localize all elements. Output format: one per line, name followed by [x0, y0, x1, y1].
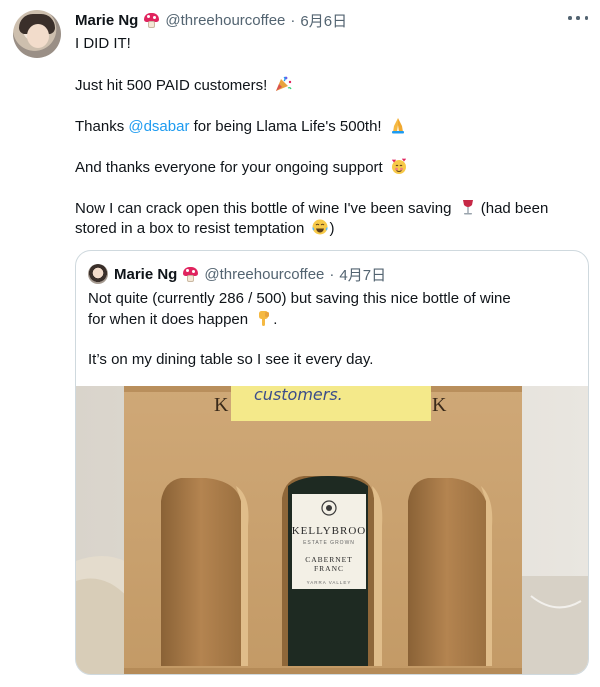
tweet-line-5-suffix: (had been: [476, 200, 549, 217]
smiling-face-with-hearts-icon: [391, 158, 406, 174]
wine-label-region: YARRA VALLEY: [307, 580, 352, 585]
folded-hands-icon: [391, 118, 404, 134]
mushroom-icon: [143, 12, 160, 28]
author-name[interactable]: Marie Ng: [75, 12, 138, 29]
quoted-line-2-end: .: [273, 311, 278, 328]
tweet-line-5: Now I can crack open this bottle of wine…: [75, 198, 590, 219]
mushroom-icon: [182, 266, 199, 282]
avatar[interactable]: [13, 10, 61, 58]
author-handle[interactable]: @threehourcoffee: [165, 12, 285, 29]
tweet-date[interactable]: 6月6日: [300, 10, 347, 31]
quoted-tweet[interactable]: Marie Ng @threehourcoffee · 4月7日 Not qui…: [75, 250, 589, 675]
wine-label-sub: ESTATE GROWN: [303, 540, 355, 546]
quoted-author-handle[interactable]: @threehourcoffee: [204, 266, 324, 283]
tweet-line-3-suffix: for being Llama Life's 500th!: [189, 118, 382, 135]
wine-label-variety-2: FRANC: [314, 564, 344, 573]
party-popper-icon: [276, 76, 293, 91]
wine-label-variety-1: CABERNET: [305, 555, 353, 564]
wine-box-photo[interactable]: K K customers. KELLYBROO ESTATE GROWN CA…: [76, 386, 588, 674]
quoted-date[interactable]: 4月7日: [339, 264, 386, 285]
separator-dot: ·: [329, 265, 335, 283]
more-options-icon[interactable]: [568, 14, 588, 22]
tweet-line-2: Just hit 500 PAID customers!: [75, 75, 590, 96]
photo-illustration: K K customers. KELLYBROO ESTATE GROWN CA…: [76, 386, 588, 674]
face-with-tears-of-joy-icon: [312, 219, 329, 235]
quoted-line-2: for when it does happen .: [88, 309, 578, 330]
quoted-line-2-text: for when it does happen: [88, 311, 249, 328]
wine-glass-icon: [462, 200, 473, 215]
tweet-line-1: I DID IT!: [75, 35, 131, 52]
tweet-line-6-end: ): [329, 220, 335, 237]
separator-dot: ·: [290, 11, 296, 29]
quoted-avatar[interactable]: [88, 264, 108, 284]
tweet-header: Marie Ng @threehourcoffee · 6月6日: [75, 10, 347, 30]
tweet-line-5-text: Now I can crack open this bottle of wine…: [75, 200, 452, 217]
tweet-line-4: And thanks everyone for your ongoing sup…: [75, 157, 590, 178]
tweet-line-6-text: stored in a box to resist temptation: [75, 220, 305, 237]
tweet-line-3-prefix: Thanks: [75, 118, 129, 135]
avatar-face: [27, 24, 49, 48]
tweet[interactable]: Marie Ng @threehourcoffee · 6月6日 I DID I…: [0, 0, 600, 687]
pointing-down-icon: [259, 311, 270, 326]
sticky-note-text: customers.: [254, 386, 343, 404]
tweet-line-6: stored in a box to resist temptation ): [75, 218, 590, 239]
box-print-left: K: [214, 394, 229, 416]
box-print-right: K: [432, 394, 447, 416]
tweet-line-3: Thanks @dsabar for being Llama Life's 50…: [75, 116, 590, 137]
wine-label-brand: KELLYBROO: [292, 525, 367, 537]
quoted-line-3: It’s on my dining table so I see it ever…: [88, 351, 374, 368]
quoted-line-1: Not quite (currently 286 / 500) but savi…: [88, 290, 511, 307]
tweet-line-2-text: Just hit 500 PAID customers!: [75, 77, 268, 94]
quoted-author-name[interactable]: Marie Ng: [114, 266, 177, 283]
tweet-line-4-text: And thanks everyone for your ongoing sup…: [75, 159, 383, 176]
quoted-header: Marie Ng @threehourcoffee · 4月7日: [114, 264, 386, 284]
mention-link[interactable]: @dsabar: [128, 118, 189, 135]
